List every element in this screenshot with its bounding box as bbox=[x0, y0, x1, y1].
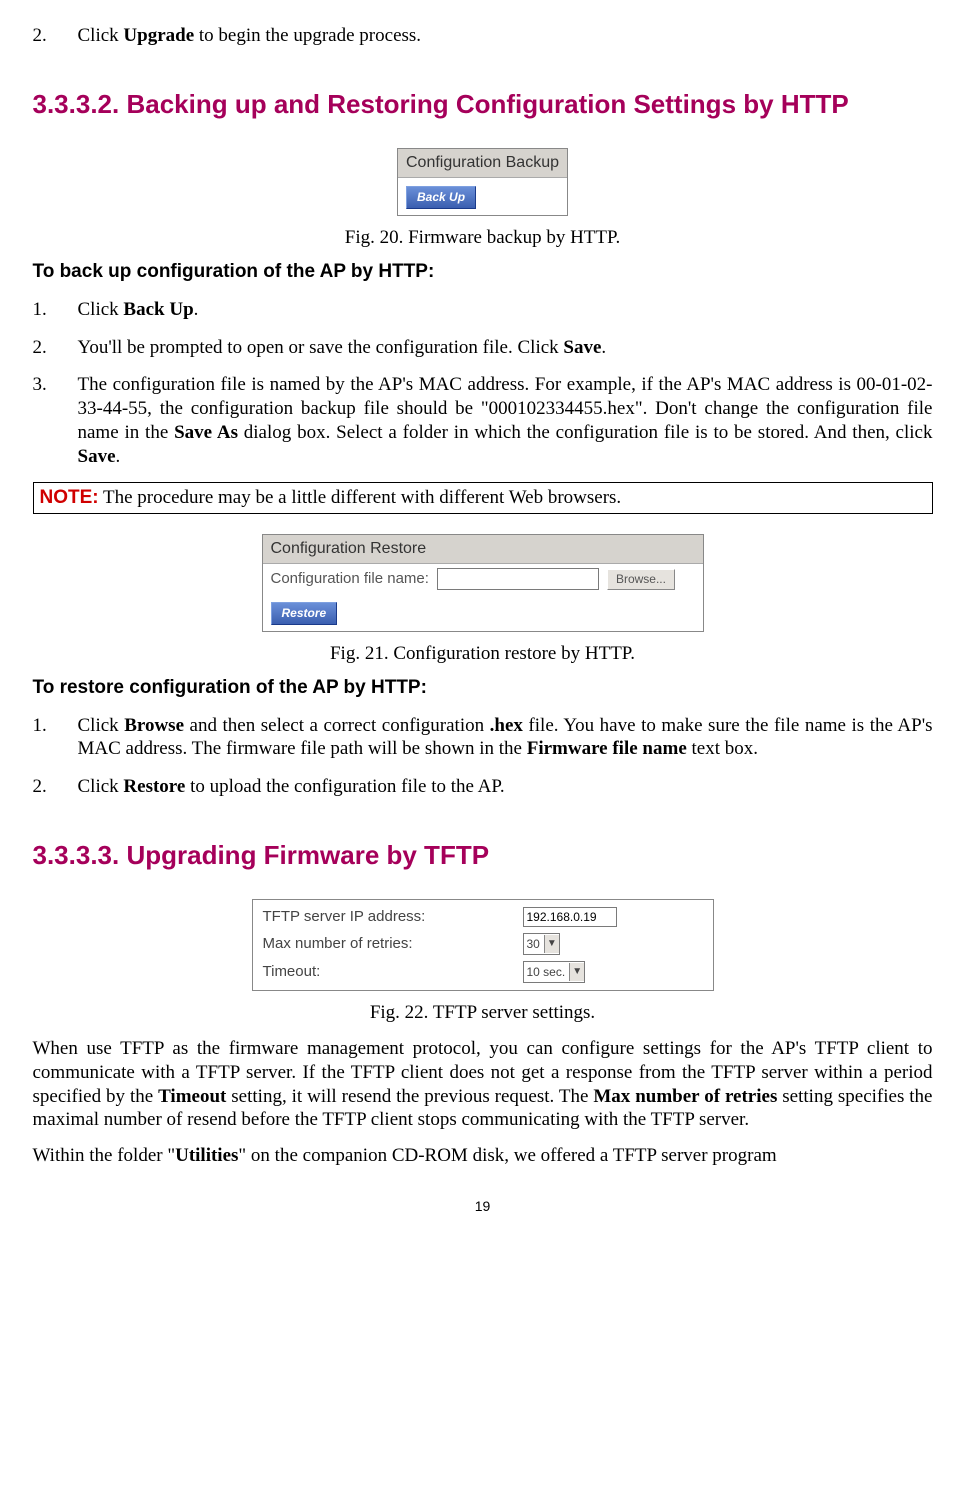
chevron-down-icon: ▼ bbox=[544, 935, 559, 953]
restore-step1: 1. Click Browse and then select a correc… bbox=[33, 714, 933, 762]
note-label: NOTE: bbox=[40, 487, 99, 508]
restore-button[interactable]: Restore bbox=[271, 602, 338, 625]
backup-button[interactable]: Back Up bbox=[406, 186, 476, 209]
note-box: NOTE: The procedure may be a little diff… bbox=[33, 482, 933, 514]
tftp-timeout-label: Timeout: bbox=[263, 963, 523, 982]
config-restore-widget: Configuration Restore Configuration file… bbox=[262, 534, 704, 632]
tftp-para2: Within the folder "Utilities" on the com… bbox=[33, 1144, 933, 1168]
restore-subhead: To restore configuration of the AP by HT… bbox=[33, 676, 933, 700]
fig21-caption: Fig. 21. Configuration restore by HTTP. bbox=[33, 642, 933, 666]
config-filename-label: Configuration file name: bbox=[271, 570, 429, 589]
tftp-ip-label: TFTP server IP address: bbox=[263, 908, 523, 927]
page-number: 19 bbox=[33, 1198, 933, 1216]
tftp-ip-input[interactable] bbox=[523, 907, 617, 927]
chevron-down-icon: ▼ bbox=[569, 963, 584, 981]
backup-step3: 3. The configuration file is named by th… bbox=[33, 373, 933, 468]
section-3332-title: 3.3.3.2. Backing up and Restoring Config… bbox=[33, 88, 933, 121]
tftp-retries-select[interactable]: 30▼ bbox=[523, 933, 560, 955]
section-3333-title: 3.3.3.3. Upgrading Firmware by TFTP bbox=[33, 839, 933, 872]
tftp-para1: When use TFTP as the firmware management… bbox=[33, 1037, 933, 1132]
step-body: Click Upgrade to begin the upgrade proce… bbox=[78, 24, 933, 48]
backup-subhead: To back up configuration of the AP by HT… bbox=[33, 260, 933, 284]
config-filename-input[interactable] bbox=[437, 568, 599, 590]
fig22-caption: Fig. 22. TFTP server settings. bbox=[33, 1001, 933, 1025]
tftp-retries-label: Max number of retries: bbox=[263, 935, 523, 954]
config-backup-widget: Configuration Backup Back Up bbox=[397, 148, 568, 216]
browse-button[interactable]: Browse... bbox=[607, 569, 675, 590]
backup-step2: 2. You'll be prompted to open or save th… bbox=[33, 336, 933, 360]
fig22-wrap: TFTP server IP address: Max number of re… bbox=[33, 899, 933, 991]
fig20-wrap: Configuration Backup Back Up bbox=[33, 148, 933, 216]
step-upgrade: 2. Click Upgrade to begin the upgrade pr… bbox=[33, 24, 933, 48]
fig20-caption: Fig. 20. Firmware backup by HTTP. bbox=[33, 226, 933, 250]
fig21-wrap: Configuration Restore Configuration file… bbox=[33, 534, 933, 632]
step-num: 2. bbox=[33, 24, 78, 48]
backup-step1: 1. Click Back Up. bbox=[33, 298, 933, 322]
tftp-settings-widget: TFTP server IP address: Max number of re… bbox=[252, 899, 714, 991]
config-restore-header: Configuration Restore bbox=[263, 535, 703, 564]
restore-step2: 2. Click Restore to upload the configura… bbox=[33, 775, 933, 799]
tftp-timeout-select[interactable]: 10 sec.▼ bbox=[523, 961, 586, 983]
config-backup-header: Configuration Backup bbox=[398, 149, 567, 178]
